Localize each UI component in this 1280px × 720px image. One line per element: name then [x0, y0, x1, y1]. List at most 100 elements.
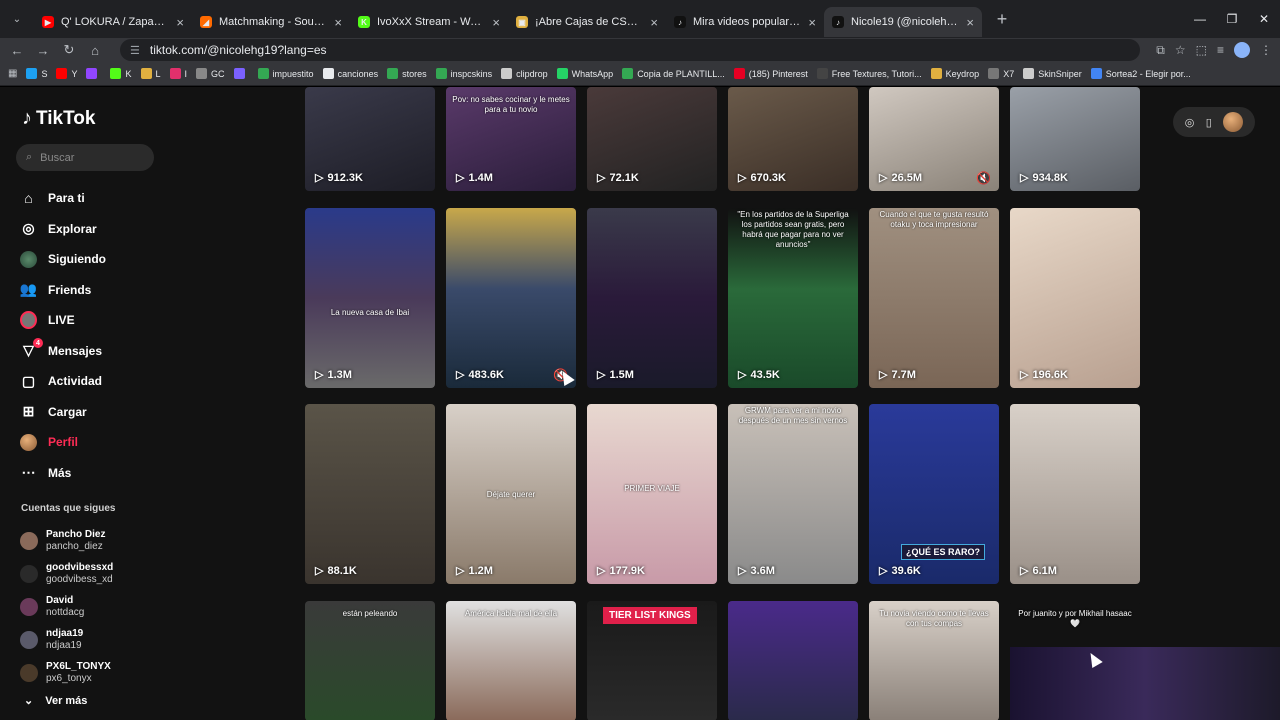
device-icon[interactable]: ▯ — [1206, 116, 1212, 129]
nav-item-para-ti[interactable]: ⌂ Para ti — [20, 183, 106, 214]
browser-tab[interactable]: ◢ Matchmaking - South America × — [192, 7, 350, 37]
muted-speaker-icon[interactable]: 🔇 — [976, 171, 991, 185]
url-text[interactable]: tiktok.com/@nicolehg19?lang=es — [150, 43, 327, 57]
video-thumbnail[interactable]: están peleando — [305, 601, 435, 720]
followed-account[interactable]: Pancho Diez pancho_diez — [20, 524, 113, 557]
video-thumbnail[interactable]: Déjate querer ▷ 1.2M — [446, 404, 576, 584]
forward-arrow-icon[interactable]: → — [34, 43, 52, 58]
nav-item-más[interactable]: ⋯ Más — [20, 458, 106, 489]
bookmark-item[interactable]: SkinSniper — [1023, 68, 1082, 79]
pip-video-overlay[interactable] — [1010, 647, 1280, 720]
bookmark-star-icon[interactable]: ☆ — [1175, 43, 1186, 57]
bookmark-item[interactable]: clipdrop — [501, 68, 548, 79]
video-thumbnail[interactable]: ▷ 196.6K — [1010, 208, 1140, 388]
nav-item-mensajes[interactable]: ▽ 4 Mensajes — [20, 336, 106, 367]
bookmark-item[interactable]: GC — [196, 68, 225, 79]
browser-tab[interactable]: ♪ Nicole19 (@nicolehg19) | TikTo × — [824, 7, 982, 37]
video-thumbnail[interactable]: ▷ 483.6K 🔇 — [446, 208, 576, 388]
browser-tab[interactable]: K IvoXxX Stream - Watch Live on × — [350, 7, 508, 37]
video-thumbnail[interactable]: ▷ 26.5M 🔇 — [869, 87, 999, 191]
video-thumbnail[interactable]: TIER LIST KINGS — [587, 601, 717, 720]
nav-item-explorar[interactable]: ◎ Explorar — [20, 214, 106, 245]
minimize-icon[interactable]: — — [1184, 12, 1216, 26]
video-thumbnail[interactable]: Tu novia viendo como te llevas con tus c… — [869, 601, 999, 720]
bookmark-item[interactable]: canciones — [322, 68, 378, 79]
video-thumbnail[interactable]: ▷ 6.1M — [1010, 404, 1140, 584]
browser-profile-avatar[interactable] — [1234, 42, 1250, 58]
video-thumbnail[interactable]: ▷ 670.3K — [728, 87, 858, 191]
followed-account[interactable]: PX6L_TONYX px6_tonyx — [20, 656, 113, 689]
bookmark-item[interactable]: S — [26, 68, 47, 79]
bookmark-item[interactable]: Copia de PLANTILL... — [622, 68, 725, 79]
user-avatar[interactable] — [1223, 112, 1244, 132]
tab-close-icon[interactable]: × — [334, 15, 342, 30]
bookmark-item[interactable]: I — [169, 68, 187, 79]
view-count-value: 1.3M — [327, 368, 352, 381]
bookmark-item[interactable]: Free Textures, Tutori... — [816, 68, 922, 79]
nav-item-perfil[interactable]: Perfil — [20, 427, 106, 458]
bookmark-item[interactable]: WhatsApp — [556, 68, 613, 79]
video-thumbnail[interactable] — [728, 601, 858, 720]
tab-close-icon[interactable]: × — [808, 15, 816, 30]
url-bar[interactable]: ☰ tiktok.com/@nicolehg19?lang=es — [120, 39, 1141, 61]
nav-item-cargar[interactable]: ⊞ Cargar — [20, 397, 106, 428]
tab-close-icon[interactable]: × — [650, 15, 658, 30]
bookmark-item[interactable]: impuestito — [257, 68, 314, 79]
browser-menu-icon[interactable]: ⋮ — [1260, 43, 1272, 57]
search-box[interactable]: ⌕ Buscar — [16, 144, 154, 171]
nav-item-friends[interactable]: 👥 Friends — [20, 275, 106, 306]
video-thumbnail[interactable]: ▷ 72.1K — [587, 87, 717, 191]
followed-account[interactable]: ndjaa19 ndjaa19 — [20, 623, 113, 656]
video-thumbnail[interactable]: La nueva casa de Ibai ▷ 1.3M — [305, 208, 435, 388]
browser-tab[interactable]: ▣ ¡Abre Cajas de CS2 (CS:GO), Ga × — [508, 7, 666, 37]
home-browser-icon[interactable]: ⌂ — [86, 43, 104, 58]
compass-small-icon[interactable]: ◎ — [1185, 116, 1195, 129]
bookmark-item[interactable]: stores — [387, 68, 427, 79]
video-thumbnail[interactable]: ▷ 1.5M — [587, 208, 717, 388]
bookmark-item[interactable]: Y — [56, 68, 77, 79]
tab-close-icon[interactable]: × — [492, 15, 500, 30]
bookmark-item[interactable] — [233, 68, 249, 79]
bookmarks-bar: ▦ S Y K L I GC impuestito canciones stores inspcs… — [0, 62, 1280, 86]
close-window-icon[interactable]: ✕ — [1248, 12, 1280, 26]
video-thumbnail[interactable]: Cuando el que te gusta resultó otaku y t… — [869, 208, 999, 388]
video-thumbnail[interactable]: "En los partidos de la Superliga los par… — [728, 208, 858, 388]
video-thumbnail[interactable]: ▷ 88.1K — [305, 404, 435, 584]
bookmark-item[interactable]: inspcskins — [435, 68, 492, 79]
followed-account[interactable]: David nottdacg — [20, 590, 113, 623]
restore-icon[interactable]: ❐ — [1216, 12, 1248, 26]
bookmark-item[interactable] — [86, 68, 101, 79]
nav-item-siguiendo[interactable]: Siguiendo — [20, 244, 106, 275]
apps-grid-icon[interactable]: ▦ — [8, 68, 17, 79]
see-more-button[interactable]: ⌄ Ver más — [24, 694, 87, 708]
site-settings-icon[interactable]: ☰ — [130, 44, 140, 57]
browser-tab[interactable]: ♪ Mira videos populares seleccio × — [666, 7, 824, 37]
video-thumbnail[interactable]: ▷ 934.8K — [1010, 87, 1140, 191]
new-tab-plus-icon[interactable]: + — [988, 9, 1016, 30]
back-arrow-icon[interactable]: ← — [8, 43, 26, 58]
video-thumbnail[interactable]: PRIMER VIAJE ▷ 177.9K — [587, 404, 717, 584]
nav-item-actividad[interactable]: ▢ Actividad — [20, 366, 106, 397]
extensions-puzzle-icon[interactable]: ⬚ — [1196, 43, 1207, 57]
bookmark-item[interactable]: Sortea2 - Elegir por... — [1090, 68, 1191, 79]
video-thumbnail[interactable]: GRWM para ver a mi novio después de un m… — [728, 404, 858, 584]
bookmark-item[interactable]: L — [140, 68, 161, 79]
bookmark-item[interactable]: K — [110, 68, 132, 79]
nav-item-live[interactable]: LIVE — [20, 305, 106, 336]
followed-account[interactable]: goodvibessxd goodvibess_xd — [20, 557, 113, 590]
bookmark-item[interactable]: X7 — [988, 68, 1014, 79]
bookmark-item[interactable]: (185) Pinterest — [733, 68, 808, 79]
video-thumbnail[interactable]: Pov: no sabes cocinar y le metes para a … — [446, 87, 576, 191]
bookmark-item[interactable]: Keydrop — [930, 68, 979, 79]
video-thumbnail[interactable]: ▷ 912.3K — [305, 87, 435, 191]
tab-close-icon[interactable]: × — [176, 15, 184, 30]
tab-close-icon[interactable]: × — [966, 15, 974, 30]
tiktok-logo[interactable]: ♪ TikTok — [22, 107, 95, 130]
media-control-icon[interactable]: ≡ — [1217, 43, 1224, 57]
install-app-icon[interactable]: ⧉ — [1156, 43, 1165, 58]
tab-search-chevron-icon[interactable]: ⌄ — [0, 0, 34, 38]
video-thumbnail[interactable]: América habla mal de ella — [446, 601, 576, 720]
browser-tab[interactable]: ▶ Q' LOKURA / Zapada EN VIVO × — [34, 7, 192, 37]
video-thumbnail[interactable]: ¿QUÉ ES RARO? ▷ 39.6K — [869, 404, 999, 584]
reload-icon[interactable]: ↻ — [60, 42, 78, 58]
